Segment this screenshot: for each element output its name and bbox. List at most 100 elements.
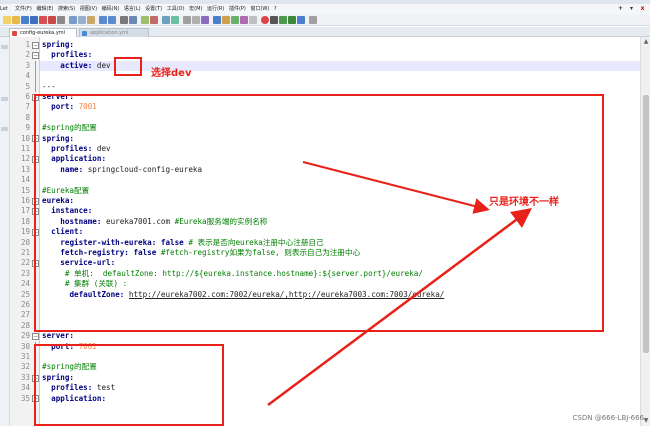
line-number: 3	[25, 60, 30, 70]
scroll-thumb[interactable]	[643, 95, 649, 353]
line-number: 2	[25, 50, 30, 60]
line-number: 29	[20, 331, 30, 341]
line-number: 1	[25, 40, 30, 49]
menu-encoding[interactable]: 编码(N)	[102, 4, 123, 14]
indent-guide-icon[interactable]	[201, 16, 209, 24]
file-modified-icon	[12, 31, 17, 36]
fold-toggle-icon[interactable]: −	[32, 52, 39, 60]
line-number: 22	[20, 258, 30, 268]
close-button[interactable]: x	[639, 5, 646, 12]
replace-icon[interactable]	[129, 16, 137, 24]
line-number: 26	[20, 300, 30, 309]
folder-workspace-icon[interactable]	[240, 16, 248, 24]
line-number: 11	[20, 144, 30, 153]
line-number: 13	[20, 164, 30, 174]
fold-toggle-icon[interactable]: −	[32, 332, 39, 340]
cut-icon[interactable]	[69, 16, 77, 24]
function-list-icon[interactable]	[231, 16, 239, 24]
zoom-out-icon[interactable]	[150, 16, 158, 24]
line-number: 9	[25, 123, 30, 133]
copy-icon[interactable]	[78, 16, 86, 24]
code-line-1: spring:	[42, 40, 75, 49]
line-number: 31	[20, 352, 30, 361]
line-number: 7	[25, 102, 30, 112]
paste-icon[interactable]	[87, 16, 95, 24]
line-number: 24	[20, 279, 30, 289]
vertical-scrollbar[interactable]: ▲ ▼	[640, 37, 650, 426]
monitor-icon[interactable]	[249, 16, 257, 24]
window-list-button[interactable]: ▾	[628, 5, 635, 12]
menu-help[interactable]: ?	[274, 4, 280, 14]
tab-application[interactable]: application.yml	[79, 28, 149, 37]
dock-marker	[1, 45, 8, 49]
menu-tools[interactable]: 工具(O)	[167, 4, 188, 14]
menu-settings[interactable]: 设置(T)	[145, 4, 165, 14]
play-macro-icon[interactable]	[279, 16, 287, 24]
line-number: 15	[20, 185, 30, 195]
close-file-icon[interactable]	[39, 16, 47, 24]
tab-config-eureka[interactable]: config-eureka.yml	[9, 28, 77, 37]
line-number: 8	[25, 112, 30, 122]
line-number: 34	[20, 383, 30, 393]
new-file-icon[interactable]	[3, 16, 11, 24]
open-file-icon[interactable]	[12, 16, 20, 24]
word-wrap-icon[interactable]	[183, 16, 191, 24]
tab-bar: config-eureka.yml application.yml	[0, 27, 650, 37]
menu-window[interactable]: 窗口(W)	[250, 4, 272, 14]
sync-horizontal-icon[interactable]	[171, 16, 179, 24]
close-all-icon[interactable]	[48, 16, 56, 24]
fold-toggle-icon[interactable]: −	[32, 41, 39, 49]
record-macro-icon[interactable]	[261, 16, 269, 24]
menu-plugins[interactable]: 插件(P)	[229, 4, 249, 14]
redo-icon[interactable]	[108, 16, 116, 24]
save-macro-icon[interactable]	[297, 16, 305, 24]
line-number: 12	[20, 154, 30, 164]
plugin-icon[interactable]	[309, 16, 317, 24]
toolbar	[0, 14, 650, 26]
annotation-box-dev	[114, 57, 142, 76]
line-number: 25	[20, 289, 30, 299]
line-number: 27	[20, 310, 30, 320]
line-number: 21	[20, 248, 30, 257]
watermark: CSDN @666-LBJ-666	[572, 414, 644, 422]
save-icon[interactable]	[21, 16, 29, 24]
file-saved-icon	[82, 31, 87, 36]
print-icon[interactable]	[57, 16, 65, 24]
sync-vertical-icon[interactable]	[162, 16, 170, 24]
fold-guide	[35, 71, 36, 82]
menu-search[interactable]: 搜索(S)	[58, 4, 78, 14]
left-dock-strip	[0, 37, 10, 426]
menu-file[interactable]: 文件(F)	[15, 4, 35, 14]
run-macro-multiple-icon[interactable]	[288, 16, 296, 24]
menu-run[interactable]: 运行(R)	[207, 4, 227, 14]
menu-view[interactable]: 视图(V)	[80, 4, 100, 14]
zoom-in-icon[interactable]	[141, 16, 149, 24]
line-number: 19	[20, 227, 30, 237]
line-number: 35	[20, 393, 30, 403]
code-line-29: server:	[42, 331, 75, 341]
annotation-only-env-diff: 只是环境不一样	[489, 197, 559, 208]
line-number: 18	[20, 216, 30, 226]
annotation-box-block-1	[34, 94, 604, 332]
annotation-box-block-2	[34, 344, 224, 426]
line-number: 14	[20, 175, 30, 185]
line-number: 23	[20, 268, 30, 278]
line-number: 32	[20, 362, 30, 372]
undo-icon[interactable]	[99, 16, 107, 24]
scroll-up-icon[interactable]: ▲	[642, 38, 650, 46]
fold-guide	[35, 81, 36, 92]
menu-edit[interactable]: 编辑(E)	[36, 4, 56, 14]
menu-left-stub: Let	[0, 6, 8, 12]
menu-language[interactable]: 语言(L)	[124, 4, 144, 14]
show-all-chars-icon[interactable]	[192, 16, 200, 24]
lang-icon[interactable]	[213, 16, 221, 24]
new-window-button[interactable]: +	[617, 5, 624, 12]
menu-macro[interactable]: 宏(M)	[189, 4, 205, 14]
line-number: 4	[25, 71, 30, 81]
find-icon[interactable]	[120, 16, 128, 24]
code-line-5: ---	[42, 81, 56, 91]
doc-map-icon[interactable]	[222, 16, 230, 24]
line-number: 6	[25, 92, 30, 101]
save-all-icon[interactable]	[30, 16, 38, 24]
stop-macro-icon[interactable]	[270, 16, 278, 24]
